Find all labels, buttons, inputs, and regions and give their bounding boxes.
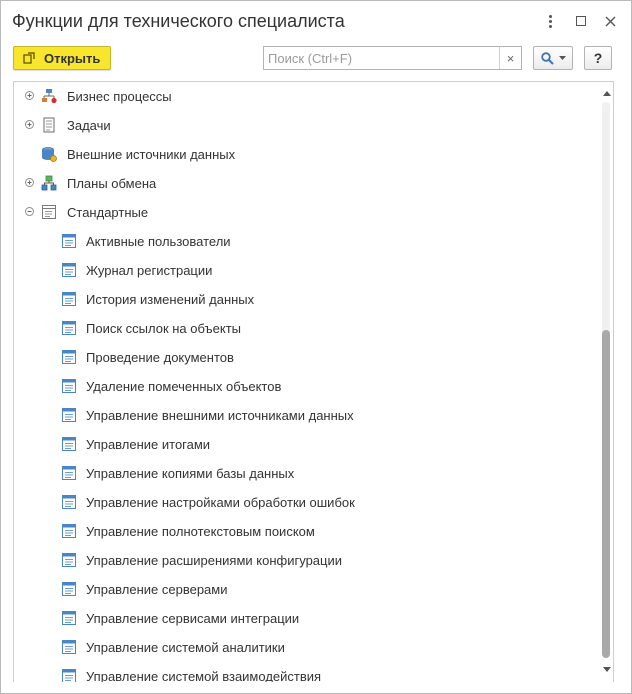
tree-item[interactable]: Журнал регистрации — [14, 256, 600, 285]
tree-item-label: Стандартные — [67, 205, 149, 220]
tree-item[interactable]: История изменений данных — [14, 285, 600, 314]
more-actions-icon[interactable] — [540, 11, 560, 31]
function-form-icon — [62, 466, 76, 480]
title-bar: Функции для технического специалиста — [1, 1, 631, 41]
search-icon — [540, 51, 554, 65]
tree-item-label: Управление настройками обработки ошибок — [86, 495, 355, 510]
tree-item-label: Управление системой взаимодействия — [86, 669, 322, 682]
tree-item[interactable]: Бизнес процессы — [14, 82, 600, 111]
tree-item[interactable]: Управление настройками обработки ошибок — [14, 488, 600, 517]
scroll-thumb[interactable] — [602, 329, 610, 658]
tree-item[interactable]: Управление сервисами интеграции — [14, 604, 600, 633]
function-form-icon — [62, 263, 76, 277]
close-icon[interactable] — [600, 11, 620, 31]
tree-item[interactable]: Управление расширениями конфигурации — [14, 546, 600, 575]
window-title: Функции для технического специалиста — [12, 11, 345, 31]
tree-item[interactable]: Управление полнотекстовым поиском — [14, 517, 600, 546]
tree-item-label: Управление внешними источниками данных — [86, 408, 354, 423]
clear-search-button[interactable]: × — [499, 47, 521, 69]
external-data-source-icon — [42, 147, 57, 162]
tree-item[interactable]: Внешние источники данных — [14, 140, 600, 169]
tree-item[interactable]: Управление копиями базы данных — [14, 459, 600, 488]
tree-item-label: Управление полнотекстовым поиском — [86, 524, 315, 539]
maximize-icon[interactable] — [571, 11, 591, 31]
tree-item[interactable]: Управление внешними источниками данных — [14, 401, 600, 430]
tree-item[interactable]: Стандартные — [14, 198, 600, 227]
dialog-window: Функции для технического специалиста Отк… — [0, 0, 632, 694]
function-form-icon — [62, 524, 76, 538]
help-button[interactable]: ? — [584, 46, 612, 70]
function-form-icon — [62, 669, 76, 682]
tree-item-label: Удаление помеченных объектов — [86, 379, 282, 394]
function-form-icon — [62, 234, 76, 248]
functions-tree: Бизнес процессы Задачи Внешние источники д… — [13, 81, 614, 682]
tree-item[interactable]: Задачи — [14, 111, 600, 140]
scroll-up-arrow-icon[interactable] — [599, 86, 613, 100]
tree-item[interactable]: Активные пользователи — [14, 227, 600, 256]
function-form-icon — [62, 379, 76, 393]
tree-item-label: Бизнес процессы — [67, 89, 172, 104]
tree-item-label: Управление итогами — [86, 437, 211, 452]
tree-item-label: Журнал регистрации — [86, 263, 213, 278]
function-form-icon — [62, 611, 76, 625]
tasks-icon — [43, 117, 55, 133]
tree-item-label: Управление системой аналитики — [86, 640, 285, 655]
standard-folder-icon — [42, 205, 56, 219]
tree-item-label: История изменений данных — [86, 292, 255, 307]
vertical-scrollbar[interactable] — [599, 82, 613, 682]
function-form-icon — [62, 437, 76, 451]
business-process-icon — [42, 89, 57, 104]
function-form-icon — [62, 292, 76, 306]
tree-item[interactable]: Удаление помеченных объектов — [14, 372, 600, 401]
function-form-icon — [62, 553, 76, 567]
tree-item[interactable]: Управление системой аналитики — [14, 633, 600, 662]
tree-item-label: Проведение документов — [86, 350, 234, 365]
function-form-icon — [62, 350, 76, 364]
function-form-icon — [62, 408, 76, 422]
expand-icon[interactable] — [25, 120, 34, 129]
tree-item-label: Планы обмена — [67, 176, 157, 191]
function-form-icon — [62, 495, 76, 509]
tree-item-label: Управление копиями базы данных — [86, 466, 295, 481]
function-form-icon — [62, 321, 76, 335]
function-form-icon — [62, 640, 76, 654]
exchange-plan-icon — [41, 175, 57, 191]
tree-item[interactable]: Управление системой взаимодействия — [14, 662, 600, 682]
tree-list: Бизнес процессы Задачи Внешние источники д… — [14, 82, 600, 682]
collapse-icon[interactable] — [25, 207, 34, 216]
tree-item-label: Управление серверами — [86, 582, 228, 597]
expand-icon[interactable] — [25, 178, 34, 187]
open-button-label: Открыть — [44, 50, 101, 66]
search-field: × — [263, 46, 522, 70]
tree-item-label: Управление сервисами интеграции — [86, 611, 300, 626]
function-form-icon — [62, 582, 76, 596]
chevron-down-icon — [558, 56, 566, 60]
search-options-button[interactable] — [533, 46, 573, 70]
tree-item[interactable]: Управление серверами — [14, 575, 600, 604]
tree-item[interactable]: Управление итогами — [14, 430, 600, 459]
tree-item-label: Управление расширениями конфигурации — [86, 553, 343, 568]
tree-item[interactable]: Планы обмена — [14, 169, 600, 198]
tree-item-label: Внешние источники данных — [67, 147, 236, 162]
tree-item-label: Задачи — [67, 118, 111, 133]
tree-item[interactable]: Поиск ссылок на объекты — [14, 314, 600, 343]
tree-item-label: Активные пользователи — [86, 234, 231, 249]
expand-icon[interactable] — [25, 91, 34, 100]
tree-item[interactable]: Проведение документов — [14, 343, 600, 372]
tree-item-label: Поиск ссылок на объекты — [86, 321, 241, 336]
scroll-down-arrow-icon[interactable] — [599, 662, 613, 676]
open-icon — [23, 52, 35, 64]
toolbar: Открыть × ? — [1, 41, 631, 77]
search-input[interactable] — [264, 47, 500, 69]
open-button[interactable]: Открыть — [13, 46, 111, 70]
